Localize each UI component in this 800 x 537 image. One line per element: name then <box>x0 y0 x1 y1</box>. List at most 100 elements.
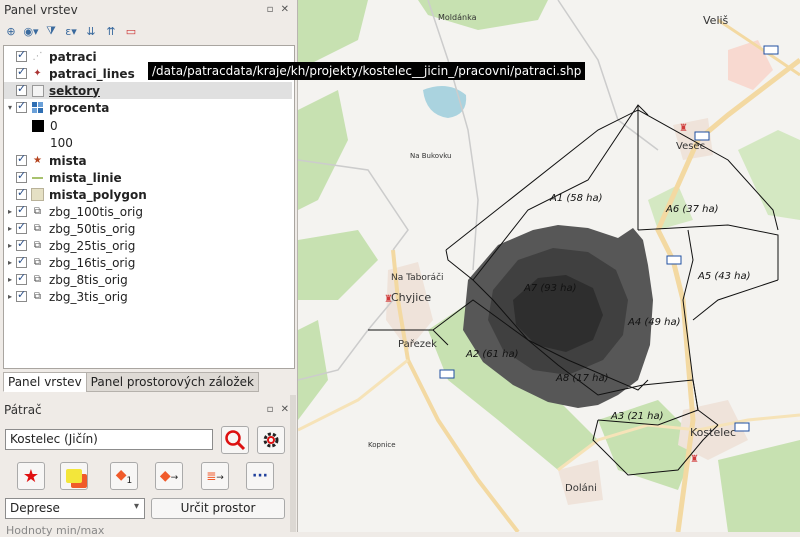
layers-panel-dock-buttons[interactable]: ▫ ✕ <box>267 4 291 15</box>
tab-spatial-bookmarks[interactable]: Panel prostorových záložek <box>85 372 259 392</box>
layer-tree: ⋰ patraci ✦ patraci_lines sektory ▾ proc… <box>3 45 295 369</box>
remove-layer-icon[interactable]: ▭ <box>124 24 138 38</box>
expand-arrow-icon[interactable]: ▸ <box>4 241 16 250</box>
place-label: Na Bukovku <box>410 152 452 160</box>
type-select[interactable]: Deprese ▾ <box>5 498 145 519</box>
tab-layers-panel[interactable]: Panel vrstev <box>3 372 87 392</box>
layer-row[interactable]: sektory <box>4 82 292 99</box>
magnifier-icon <box>225 430 246 451</box>
layer-label: sektory <box>49 83 100 98</box>
star-icon: ★ <box>22 465 40 487</box>
layer-checkbox[interactable] <box>16 220 27 234</box>
eye-icon[interactable]: ◉▾ <box>23 24 38 38</box>
layer-label: zbg_3tis_orig <box>49 289 128 304</box>
wms-icon: ⧉ <box>33 206 42 217</box>
move-person-button[interactable]: ◆→ <box>155 462 183 490</box>
more-button[interactable]: ··· <box>246 462 274 490</box>
search-panel-dock-buttons[interactable]: ▫ ✕ <box>267 404 291 415</box>
layer-checkbox[interactable] <box>16 82 27 96</box>
forest-area <box>738 130 800 220</box>
forest-area <box>298 90 348 210</box>
layer-checkbox[interactable] <box>16 169 27 183</box>
one-person-button[interactable]: ◆1 <box>110 462 138 490</box>
minor-road <box>427 0 479 271</box>
search-button[interactable] <box>221 426 249 454</box>
layer-checkbox[interactable] <box>16 152 27 166</box>
expand-arrow-icon[interactable]: ▸ <box>4 275 16 284</box>
filter-icon[interactable]: ⧩ <box>44 24 58 38</box>
layer-label: mista_polygon <box>49 187 147 202</box>
church-icon: ♜ <box>679 123 688 134</box>
layer-row[interactable]: ▸ ⧉ zbg_16tis_orig <box>4 254 292 271</box>
legend-row: 0 <box>4 117 292 134</box>
one-person-icon: ◆1 <box>115 466 133 486</box>
layer-row[interactable]: ▸ ⧉ zbg_8tis_orig <box>4 271 292 288</box>
min-max-label: Hodnoty min/max <box>6 524 105 537</box>
place-label: Veliš <box>703 14 729 27</box>
layer-label: procenta <box>49 100 110 115</box>
layer-row[interactable]: ★ mista <box>4 152 292 169</box>
sector-button[interactable] <box>60 462 88 490</box>
layer-checkbox[interactable] <box>16 48 27 62</box>
layers-panel-title: Panel vrstev <box>4 3 78 17</box>
settings-button[interactable] <box>257 426 285 454</box>
road-marker <box>666 255 682 265</box>
sector-label: A4 (49 ha) <box>627 317 681 328</box>
layer-label: zbg_8tis_orig <box>49 272 128 287</box>
layer-checkbox[interactable] <box>16 203 27 217</box>
search-panel-title: Pátrač <box>4 403 42 417</box>
church-icon: ♜ <box>384 294 393 305</box>
place-input[interactable]: Kostelec (Jičín) <box>5 429 213 450</box>
expression-filter-icon[interactable]: ε▾ <box>64 24 78 38</box>
layer-checkbox[interactable] <box>16 186 27 200</box>
forest-area <box>718 440 800 532</box>
yellow-sector-icon <box>66 469 82 483</box>
expand-arrow-icon[interactable]: ▸ <box>4 258 16 267</box>
raster-icon <box>31 101 44 114</box>
legend-max-label: 100 <box>50 135 73 150</box>
determine-area-button[interactable]: Určit prostor <box>151 498 285 519</box>
layer-row[interactable]: ▸ ⧉ zbg_100tis_orig <box>4 203 292 220</box>
layer-label: zbg_25tis_orig <box>49 238 136 253</box>
dock-tabs: Panel vrstev Panel prostorových záložek <box>3 372 259 392</box>
place-label: Kopnice <box>368 441 396 449</box>
layer-checkbox[interactable] <box>16 271 27 285</box>
sector-label: A1 (58 ha) <box>549 193 603 204</box>
line-icon <box>31 171 44 184</box>
collapse-all-icon[interactable]: ⇈ <box>104 24 118 38</box>
expand-arrow-icon[interactable]: ▸ <box>4 224 16 233</box>
layer-row[interactable]: ▸ ⧉ zbg_25tis_orig <box>4 237 292 254</box>
calculate-list-button[interactable]: ≣→ <box>201 462 229 490</box>
expand-all-icon[interactable]: ⇊ <box>84 24 98 38</box>
point-icon: ⋰ <box>32 51 43 62</box>
layer-row[interactable]: ▸ ⧉ zbg_3tis_orig <box>4 288 292 305</box>
sector-label: A5 (43 ha) <box>697 271 751 282</box>
road-marker <box>694 131 710 141</box>
star-button[interactable]: ★ <box>17 462 45 490</box>
layer-row[interactable]: ▾ procenta <box>4 99 292 116</box>
layer-checkbox[interactable] <box>16 237 27 251</box>
layer-row[interactable]: mista_linie <box>4 169 292 186</box>
line-point-icon: ✦ <box>33 68 42 79</box>
scrollbar[interactable] <box>290 395 296 532</box>
layer-checkbox[interactable] <box>16 65 27 79</box>
wms-icon: ⧉ <box>33 274 42 285</box>
layer-checkbox[interactable] <box>16 99 27 113</box>
sector-label: A2 (61 ha) <box>465 349 519 360</box>
move-person-icon: ◆→ <box>159 468 179 484</box>
calculate-list-icon: ≣→ <box>206 469 224 483</box>
layer-label: zbg_16tis_orig <box>49 255 136 270</box>
add-group-icon[interactable]: ⊕ <box>4 24 18 38</box>
gear-icon <box>263 432 279 448</box>
layer-label: patraci_lines <box>49 66 135 81</box>
legend-white-swatch <box>32 136 44 149</box>
legend-row: 100 <box>4 134 292 151</box>
expand-arrow-icon[interactable]: ▸ <box>4 292 16 301</box>
layer-row[interactable]: mista_polygon <box>4 186 292 203</box>
layer-label: zbg_50tis_orig <box>49 221 136 236</box>
expand-arrow-icon[interactable]: ▸ <box>4 207 16 216</box>
layer-row[interactable]: ▸ ⧉ zbg_50tis_orig <box>4 220 292 237</box>
collapse-arrow-icon[interactable]: ▾ <box>4 103 16 112</box>
layer-checkbox[interactable] <box>16 288 27 302</box>
layer-checkbox[interactable] <box>16 254 27 268</box>
